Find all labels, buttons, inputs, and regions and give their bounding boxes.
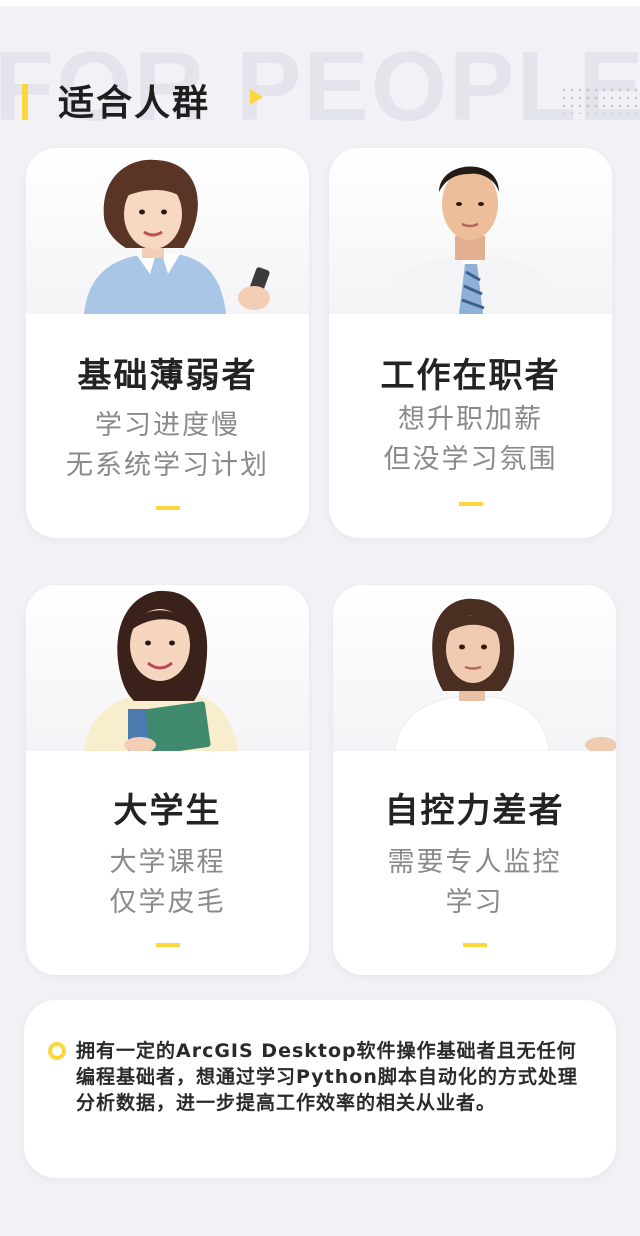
- card-accent-dash: [155, 506, 180, 510]
- card-description: 想升职加薪 但没学习氛围: [329, 400, 612, 480]
- card-accent-dash: [155, 943, 180, 947]
- card-description: 学习进度慢 无系统学习计划: [26, 406, 309, 486]
- card-description-line: 学习进度慢: [95, 410, 240, 441]
- card-description-line: 但没学习氛围: [383, 444, 558, 475]
- photo-young-woman-with-phone: [26, 148, 309, 314]
- card-title: 工作在职者: [380, 356, 561, 396]
- card-title: 自控力差者: [384, 791, 565, 831]
- card-accent-dash: [462, 943, 487, 947]
- card-title: 基础薄弱者: [77, 356, 258, 396]
- card-accent-dash: [458, 502, 483, 506]
- audience-card-low-self-control: 自控力差者 需要专人监控 学习: [333, 585, 616, 975]
- audience-card-student: 大学生 大学课程 仅学皮毛: [26, 585, 309, 975]
- audience-card-employee: 工作在职者 想升职加薪 但没学习氛围: [329, 148, 612, 538]
- card-description: 大学课程 仅学皮毛: [26, 843, 309, 923]
- title-accent-bar: [22, 84, 28, 120]
- photo-woman-in-white-blouse: [333, 585, 616, 751]
- top-strip: [0, 0, 640, 6]
- triangle-arrow-icon: [250, 89, 263, 105]
- circle-bullet-icon: [48, 1042, 66, 1060]
- photo-man-in-shirt-and-tie: [329, 148, 612, 314]
- card-description-line: 需要专人监控: [387, 847, 562, 878]
- card-description: 需要专人监控 学习: [333, 843, 616, 923]
- card-description-line: 无系统学习计划: [66, 450, 269, 481]
- card-description-line: 想升职加薪: [398, 404, 543, 435]
- audience-note-text: 拥有一定的ArcGIS Desktop软件操作基础者且无任何编程基础者，想通过学…: [76, 1040, 578, 1114]
- section-title: 适合人群: [58, 83, 211, 124]
- card-title: 大学生: [113, 791, 222, 831]
- audience-note-card: 拥有一定的ArcGIS Desktop软件操作基础者且无任何编程基础者，想通过学…: [24, 1000, 616, 1178]
- audience-card-beginner: 基础薄弱者 学习进度慢 无系统学习计划: [26, 148, 309, 538]
- card-description-line: 学习: [445, 887, 504, 918]
- card-description-line: 大学课程: [109, 847, 226, 878]
- photo-student-with-books: [26, 585, 309, 751]
- dot-pattern-decoration: [560, 86, 640, 114]
- card-description-line: 仅学皮毛: [109, 887, 226, 918]
